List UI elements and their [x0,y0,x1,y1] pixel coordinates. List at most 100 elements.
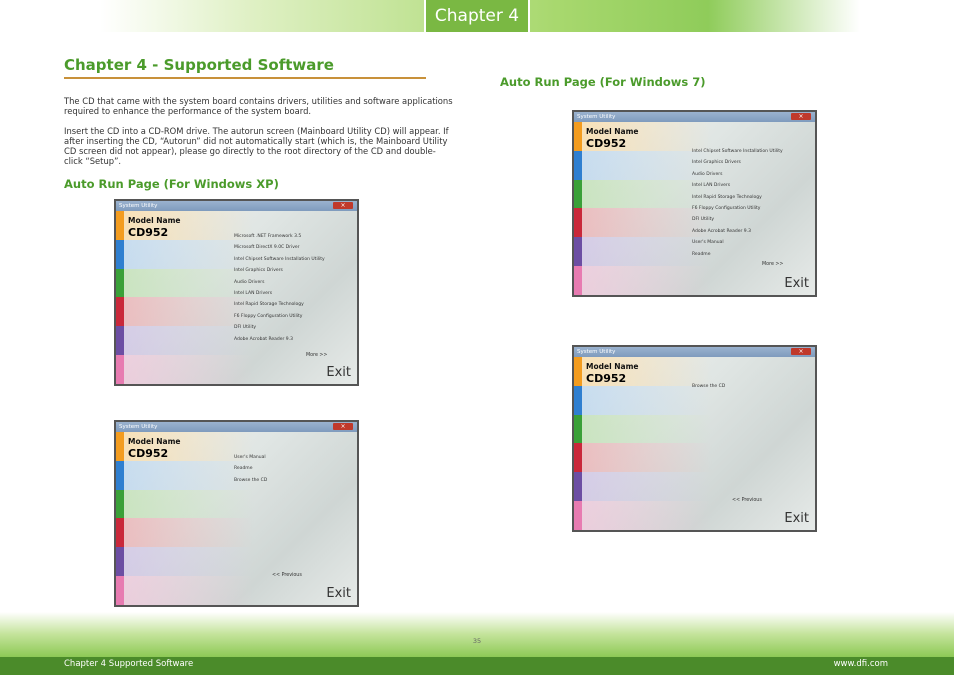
menu-item[interactable]: Audio Drivers [692,169,783,180]
menu-item[interactable]: Intel LAN Drivers [692,180,783,191]
color-band [582,501,712,530]
color-stripes [116,432,124,605]
color-band [582,266,712,295]
color-stripe [574,237,582,267]
menu-item[interactable]: Intel Rapid Storage Technology [234,299,325,310]
color-stripe [116,518,124,548]
color-stripes [574,122,582,295]
color-stripe [574,208,582,238]
window-body: Model Name CD952 Browse the CD << Previo… [574,357,815,530]
menu-item[interactable]: Audio Drivers [234,277,325,288]
menu-item[interactable]: DFI Utility [234,322,325,333]
previous-link[interactable]: << Previous [732,498,762,503]
menu-list: Intel Chipset Software Installation Util… [692,146,783,260]
color-stripe [574,179,582,209]
color-stripe [116,211,124,240]
color-stripes [116,211,124,384]
menu-item[interactable]: Browse the CD [234,475,267,486]
menu-item[interactable]: Intel LAN Drivers [234,288,325,299]
color-band [582,472,712,502]
xp-autorun-window-page2: System Utility × Model Name CD952 User's… [114,420,359,607]
color-band [124,489,254,519]
menu-item[interactable]: Intel Chipset Software Installation Util… [234,254,325,265]
color-stripe [116,268,124,298]
menu-item[interactable]: Adobe Acrobat Reader 9.3 [234,334,325,345]
color-stripe [116,547,124,577]
menu-list: Browse the CD [692,381,725,392]
menu-item[interactable]: Intel Rapid Storage Technology [692,192,783,203]
color-stripe [574,150,582,180]
color-band [124,518,254,548]
chapter-tab: Chapter 4 [424,0,530,32]
model-name: CD952 [586,137,627,150]
color-stripe [574,443,582,473]
color-stripe [116,460,124,490]
model-label: Model Name [586,362,639,371]
model-label: Model Name [128,437,181,446]
color-stripe [116,326,124,356]
color-band [124,576,254,605]
menu-item[interactable]: Intel Graphics Drivers [692,157,783,168]
xp-heading: Auto Run Page (For Windows XP) [64,177,279,191]
color-stripe [574,385,582,415]
menu-item[interactable]: Intel Graphics Drivers [234,265,325,276]
menu-item[interactable]: F6 Floppy Configuration Utility [234,311,325,322]
close-icon[interactable]: × [791,348,811,355]
exit-button[interactable]: Exit [784,511,809,526]
color-stripe [116,489,124,519]
menu-item[interactable]: F6 Floppy Configuration Utility [692,203,783,214]
intro-paragraph: The CD that came with the system board c… [64,96,453,116]
color-band [582,443,712,473]
color-stripe [116,576,124,605]
color-stripe [574,266,582,295]
color-stripe [116,432,124,461]
color-stripe [574,414,582,444]
model-name: CD952 [586,372,627,385]
window-titlebar: System Utility [574,112,815,122]
section-title: Chapter 4 - Supported Software [64,56,334,74]
exit-button[interactable]: Exit [326,365,351,380]
menu-list: Microsoft .NET Framework 3.5 Microsoft Di… [234,231,325,345]
menu-item[interactable]: Microsoft .NET Framework 3.5 [234,231,325,242]
model-label: Model Name [586,127,639,136]
color-band [124,547,254,577]
w7-heading: Auto Run Page (For Windows 7) [500,75,706,89]
color-stripe [116,355,124,384]
color-stripe [116,239,124,269]
footer-website[interactable]: www.dfi.com [834,659,888,669]
color-stripe [116,297,124,327]
window-body: Model Name CD952 Microsoft .NET Framewor… [116,211,357,384]
title-rule [64,77,426,79]
footer-chapter-label: Chapter 4 Supported Software [64,659,194,669]
page-number: 35 [472,637,482,645]
menu-item[interactable]: Intel Chipset Software Installation Util… [692,146,783,157]
window-body: Model Name CD952 User's Manual Readme Brow… [116,432,357,605]
exit-button[interactable]: Exit [326,586,351,601]
exit-button[interactable]: Exit [784,276,809,291]
menu-item[interactable]: Readme [692,249,783,260]
menu-item[interactable]: User's Manual [692,237,783,248]
xp-autorun-window-page1: System Utility × Model Name CD952 Micros… [114,199,359,386]
instructions-paragraph: Insert the CD into a CD-ROM drive. The a… [64,126,449,166]
menu-item[interactable]: Readme [234,463,267,474]
close-icon[interactable]: × [333,202,353,209]
w7-autorun-window-page2: System Utility × Model Name CD952 Browse… [572,345,817,532]
footer-glow [0,612,954,657]
previous-link[interactable]: << Previous [272,573,302,578]
menu-list: User's Manual Readme Browse the CD [234,452,267,486]
menu-item[interactable]: Browse the CD [692,381,725,392]
color-stripe [574,472,582,502]
more-link[interactable]: More >> [762,262,783,267]
color-band [124,355,254,384]
color-stripe [574,122,582,151]
model-name: CD952 [128,447,169,460]
menu-item[interactable]: Adobe Acrobat Reader 9.3 [692,226,783,237]
menu-item[interactable]: Microsoft DirectX 9.0C Driver [234,242,325,253]
color-stripes [574,357,582,530]
close-icon[interactable]: × [791,113,811,120]
more-link[interactable]: More >> [306,353,327,358]
menu-item[interactable]: DFI Utility [692,214,783,225]
menu-item[interactable]: User's Manual [234,452,267,463]
model-name: CD952 [128,226,169,239]
close-icon[interactable]: × [333,423,353,430]
